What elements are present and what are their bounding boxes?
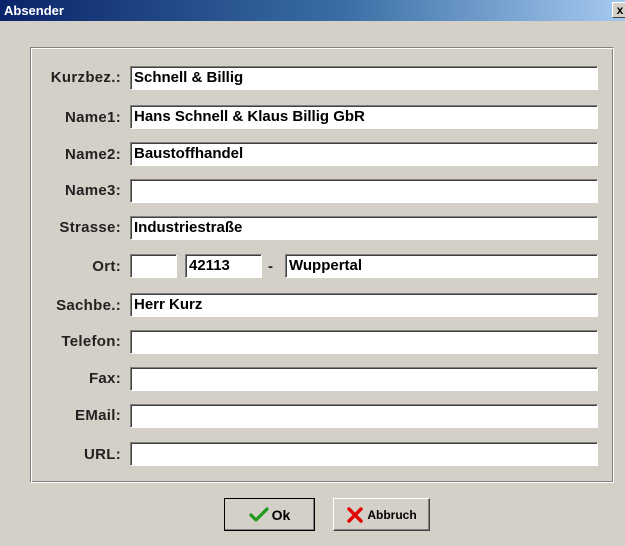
- plz-city-separator: -: [268, 258, 273, 275]
- red-x-icon: [346, 506, 364, 524]
- sachbe-label: Sachbe.:: [56, 297, 121, 314]
- ok-button-label: Ok: [271, 506, 291, 523]
- kurzbez-field[interactable]: Schnell & Billig: [130, 66, 598, 90]
- email-label: EMail:: [75, 407, 121, 424]
- fax-field[interactable]: [130, 367, 598, 391]
- kurzbez-label: Kurzbez.:: [50, 69, 121, 86]
- url-label: URL:: [83, 446, 121, 463]
- city-field[interactable]: Wuppertal: [285, 254, 598, 278]
- telefon-field[interactable]: [130, 330, 598, 354]
- url-field[interactable]: [130, 442, 598, 466]
- close-button[interactable]: x: [612, 2, 625, 18]
- window-title: Absender: [4, 3, 64, 18]
- cancel-button[interactable]: Abbruch: [333, 498, 430, 531]
- telefon-label: Telefon:: [61, 333, 121, 350]
- fax-label: Fax:: [88, 370, 121, 387]
- sachbe-field[interactable]: Herr Kurz: [130, 293, 598, 317]
- name3-label: Name3:: [65, 182, 121, 199]
- title-bar: Absender x: [0, 0, 625, 21]
- country-code-field[interactable]: [130, 254, 177, 278]
- name1-label: Name1:: [65, 109, 121, 126]
- strasse-field[interactable]: Industriestraße: [130, 216, 598, 240]
- name2-label: Name2:: [65, 146, 121, 163]
- cancel-button-label: Abbruch: [367, 507, 417, 522]
- checkmark-icon: [249, 506, 269, 523]
- ok-button[interactable]: Ok: [224, 498, 315, 531]
- plz-field[interactable]: 42113: [185, 254, 262, 278]
- ort-label: Ort:: [92, 258, 121, 275]
- name3-field[interactable]: [130, 179, 598, 203]
- strasse-label: Strasse:: [59, 219, 121, 236]
- email-field[interactable]: [130, 404, 598, 428]
- name1-field[interactable]: Hans Schnell & Klaus Billig GbR: [130, 105, 598, 129]
- close-icon: x: [616, 3, 624, 17]
- name2-field[interactable]: Baustoffhandel: [130, 142, 598, 166]
